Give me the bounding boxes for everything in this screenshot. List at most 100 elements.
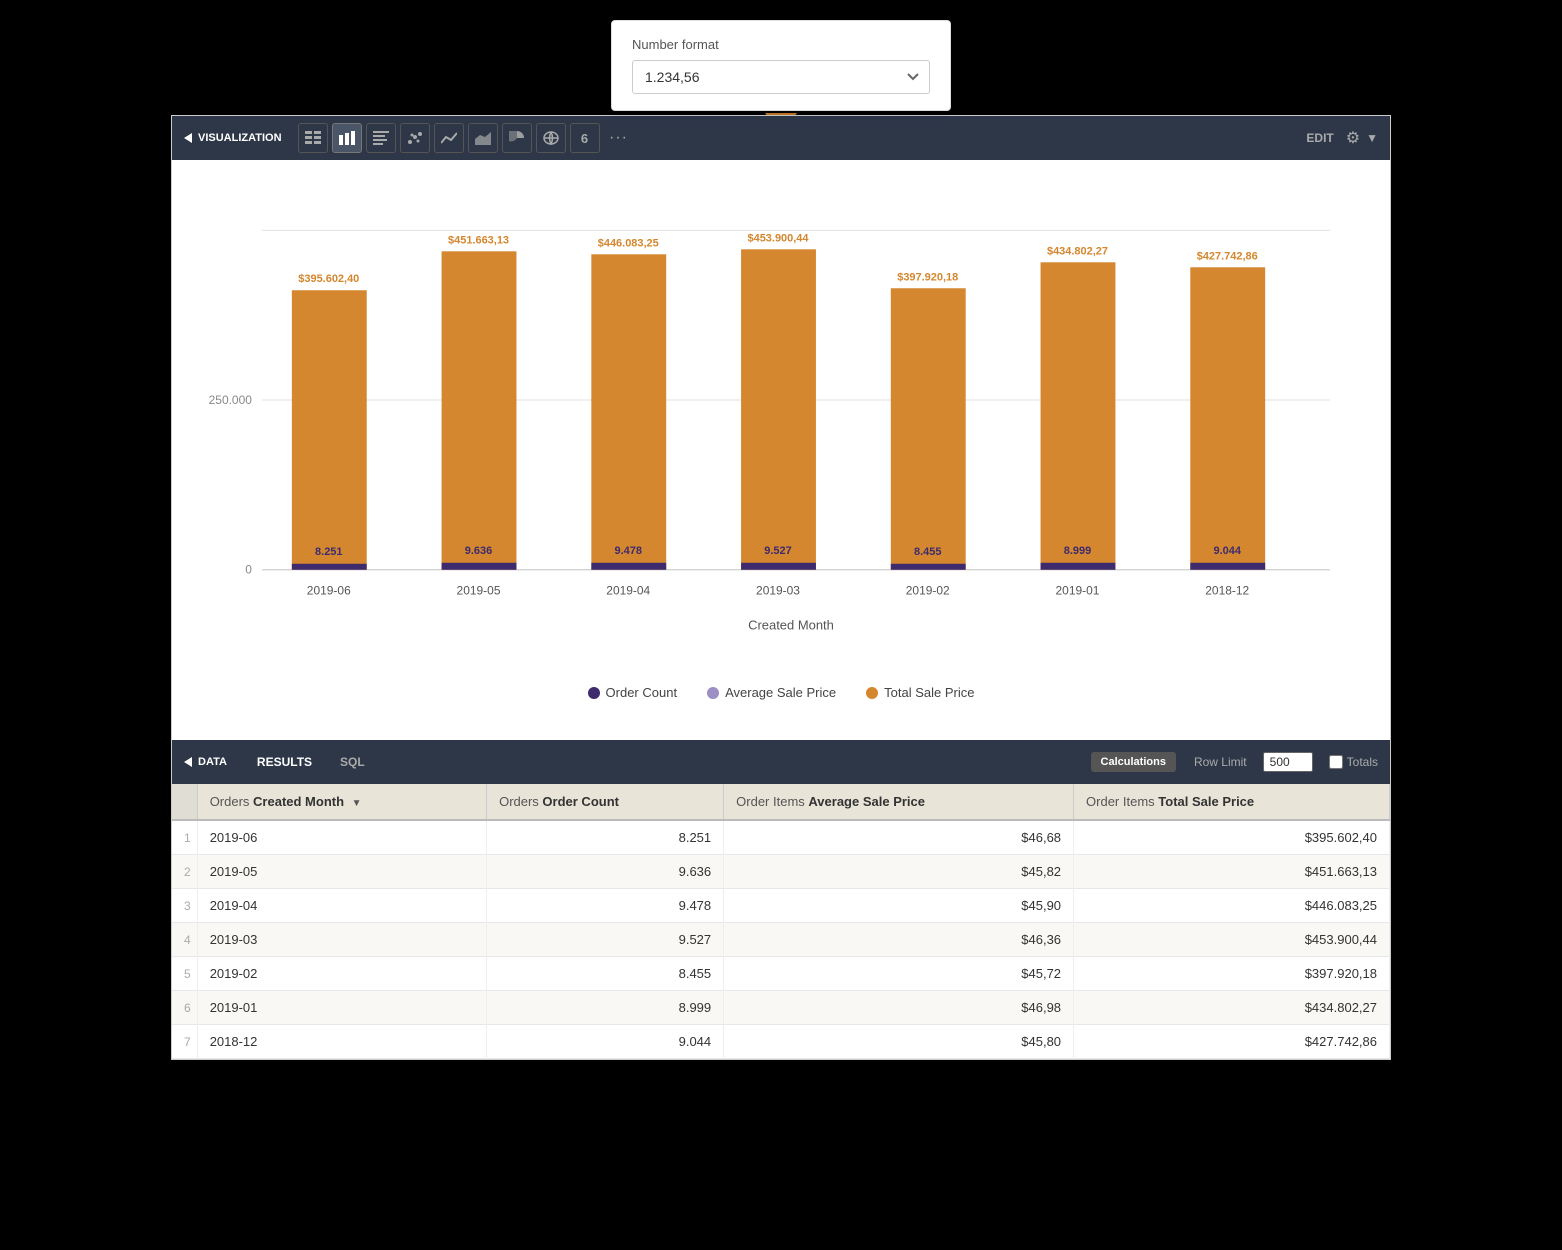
bar-count-5 — [1041, 563, 1116, 570]
more-icon-btn[interactable]: ··· — [604, 123, 634, 153]
cell-month-0: 2019-06 — [197, 820, 486, 855]
bar-total-1 — [442, 251, 517, 569]
bar-total-6 — [1190, 267, 1265, 569]
results-tab[interactable]: RESULTS — [247, 751, 322, 773]
svg-text:2019-02: 2019-02 — [906, 584, 950, 598]
row-limit-input[interactable] — [1263, 752, 1313, 772]
totals-label[interactable]: Totals — [1329, 755, 1378, 769]
row-num-3: 4 — [172, 923, 197, 957]
table-row: 5 2019-02 8.455 $45,72 $397.920,18 — [172, 957, 1390, 991]
table-row: 3 2019-04 9.478 $45,90 $446.083,25 — [172, 889, 1390, 923]
viz-toggle[interactable]: VISUALIZATION — [184, 132, 282, 144]
number-format-select[interactable]: 1.234,56 1,234.56 1 234,56 — [632, 60, 930, 94]
svg-text:2018-12: 2018-12 — [1205, 584, 1249, 598]
svg-text:Created Month: Created Month — [748, 618, 834, 633]
calculations-button[interactable]: Calculations — [1091, 752, 1176, 772]
th-total-price[interactable]: Order Items Total Sale Price — [1074, 784, 1390, 820]
row-num-4: 5 — [172, 957, 197, 991]
visualization-header: VISUALIZATION — [172, 116, 1390, 160]
data-toggle[interactable]: DATA — [184, 756, 227, 768]
svg-text:2019-01: 2019-01 — [1056, 584, 1100, 598]
cell-month-4: 2019-02 — [197, 957, 486, 991]
chart-svg-container: 0 250.000 $395.602,40 8.251 2019-06 — [202, 190, 1360, 675]
legend-label-order-count: Order Count — [606, 685, 678, 700]
legend-dot-avg-price — [707, 687, 719, 699]
bar-total-3 — [741, 249, 816, 569]
table-row: 1 2019-06 8.251 $46,68 $395.602,40 — [172, 820, 1390, 855]
cell-count-5: 8.999 — [487, 991, 724, 1025]
cell-count-0: 8.251 — [487, 820, 724, 855]
pie-icon-btn[interactable] — [502, 123, 532, 153]
data-header-label: DATA — [198, 756, 227, 768]
svg-text:2019-05: 2019-05 — [457, 584, 501, 598]
cell-total-1: $451.663,13 — [1074, 855, 1390, 889]
cell-avg-3: $46,36 — [724, 923, 1074, 957]
table-header-row: Orders Created Month ▼ Orders Order Coun… — [172, 784, 1390, 820]
bar-total-4 — [891, 288, 966, 570]
bar-count-0 — [292, 564, 367, 570]
sql-tab[interactable]: SQL — [330, 751, 375, 773]
chevron-down-icon[interactable]: ▼ — [1366, 131, 1378, 145]
bar-total-2 — [591, 254, 666, 569]
data-collapse-icon — [184, 757, 192, 767]
list-icon-btn[interactable] — [366, 123, 396, 153]
svg-text:2019-04: 2019-04 — [606, 584, 650, 598]
svg-text:$397.920,18: $397.920,18 — [897, 271, 958, 283]
svg-text:8.455: 8.455 — [914, 546, 941, 558]
table-icon-btn[interactable] — [298, 123, 328, 153]
cell-total-5: $434.802,27 — [1074, 991, 1390, 1025]
totals-checkbox[interactable] — [1329, 755, 1343, 769]
data-header: DATA RESULTS SQL Calculations Row Limit … — [172, 740, 1390, 784]
cell-count-2: 9.478 — [487, 889, 724, 923]
main-container: VISUALIZATION — [171, 115, 1391, 1060]
cell-avg-5: $46,98 — [724, 991, 1074, 1025]
table-row: 2 2019-05 9.636 $45,82 $451.663,13 — [172, 855, 1390, 889]
th-order-count[interactable]: Orders Order Count — [487, 784, 724, 820]
map-icon-btn[interactable] — [536, 123, 566, 153]
settings-icon[interactable]: ⚙ — [1346, 128, 1360, 148]
svg-text:9.478: 9.478 — [615, 545, 642, 557]
th-rownum — [172, 784, 197, 820]
table-row: 6 2019-01 8.999 $46,98 $434.802,27 — [172, 991, 1390, 1025]
edit-button[interactable]: EDIT — [1306, 131, 1333, 145]
cell-avg-0: $46,68 — [724, 820, 1074, 855]
cell-total-2: $446.083,25 — [1074, 889, 1390, 923]
cell-avg-2: $45,90 — [724, 889, 1074, 923]
th-avg-price[interactable]: Order Items Average Sale Price — [724, 784, 1074, 820]
bar-count-1 — [442, 563, 517, 570]
line-icon-btn[interactable] — [434, 123, 464, 153]
legend-dot-order-count — [588, 687, 600, 699]
legend-dot-total-price — [866, 687, 878, 699]
cell-avg-1: $45,82 — [724, 855, 1074, 889]
chart-area: 0 250.000 $395.602,40 8.251 2019-06 — [172, 160, 1390, 740]
cell-month-1: 2019-05 — [197, 855, 486, 889]
th-created-month[interactable]: Orders Created Month ▼ — [197, 784, 486, 820]
svg-text:9.527: 9.527 — [764, 545, 791, 557]
svg-text:$446.083,25: $446.083,25 — [598, 237, 659, 249]
table-row: 7 2018-12 9.044 $45,80 $427.742,86 — [172, 1025, 1390, 1059]
svg-text:$434.802,27: $434.802,27 — [1047, 245, 1108, 257]
table-row: 4 2019-03 9.527 $46,36 $453.900,44 — [172, 923, 1390, 957]
svg-text:0: 0 — [245, 563, 252, 577]
bar-count-6 — [1190, 563, 1265, 570]
row-num-0: 1 — [172, 820, 197, 855]
svg-text:$427.742,86: $427.742,86 — [1197, 250, 1258, 262]
legend-item-total-price: Total Sale Price — [866, 685, 974, 700]
cell-total-6: $427.742,86 — [1074, 1025, 1390, 1059]
cell-month-6: 2018-12 — [197, 1025, 486, 1059]
scatter-icon-btn[interactable] — [400, 123, 430, 153]
number-icon-btn[interactable]: 6 — [570, 123, 600, 153]
row-limit-label: Row Limit — [1194, 755, 1247, 769]
svg-text:9.044: 9.044 — [1214, 545, 1242, 557]
legend-label-total-price: Total Sale Price — [884, 685, 974, 700]
number-format-popup: Number format 1.234,56 1,234.56 1 234,56 — [611, 20, 951, 111]
svg-text:2019-03: 2019-03 — [756, 584, 800, 598]
row-num-2: 3 — [172, 889, 197, 923]
area-icon-btn[interactable] — [468, 123, 498, 153]
cell-total-0: $395.602,40 — [1074, 820, 1390, 855]
bar-chart-icon-btn[interactable] — [332, 123, 362, 153]
svg-text:250.000: 250.000 — [209, 393, 253, 407]
legend-item-avg-price: Average Sale Price — [707, 685, 836, 700]
svg-text:8.251: 8.251 — [315, 546, 342, 558]
bar-count-4 — [891, 564, 966, 570]
